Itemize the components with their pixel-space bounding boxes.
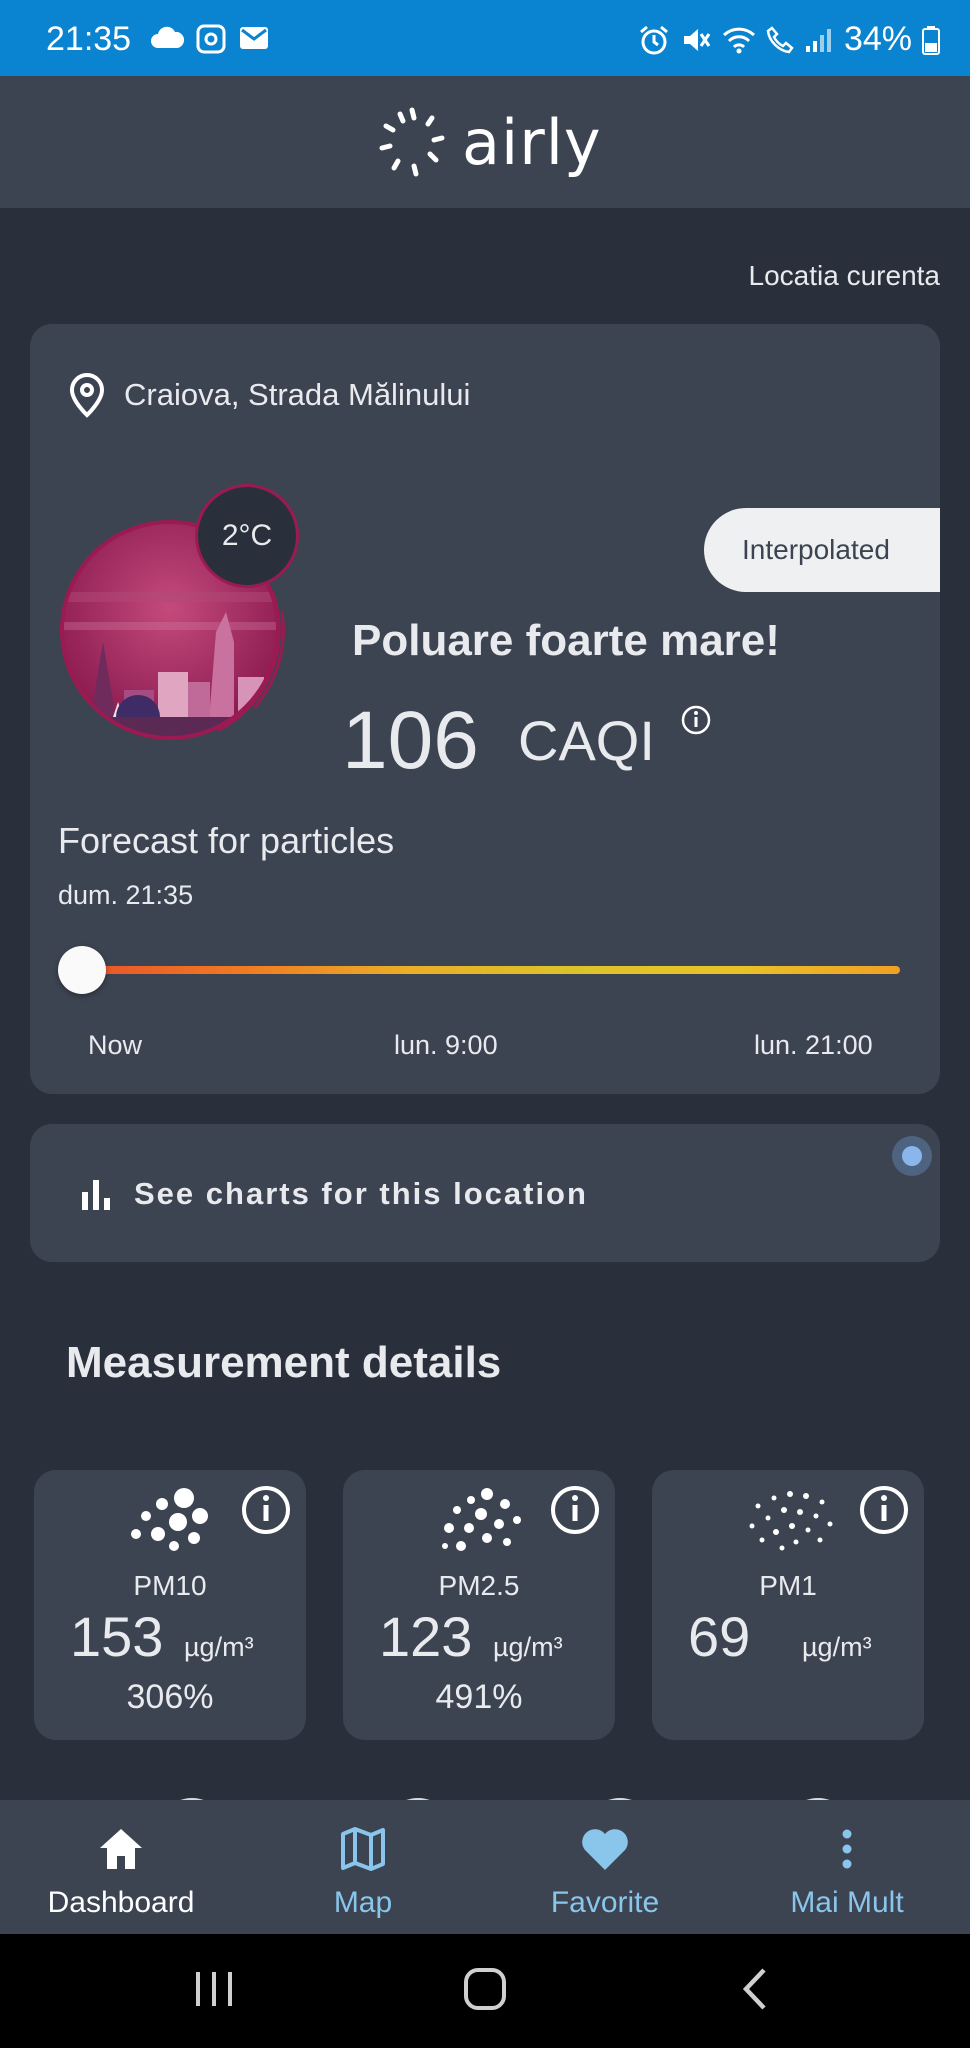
forecast-tick-end: lun. 21:00 <box>754 1030 873 1060</box>
see-charts-label: See charts for this location <box>134 1176 588 1211</box>
location-name: Craiova, Strada Mălinului <box>124 377 471 412</box>
call-icon <box>766 25 794 53</box>
bottom-navigation: Dashboard Map Favorite Mai Mult <box>0 1800 970 1934</box>
status-left-icons <box>150 24 270 54</box>
air-quality-card: Craiova, Strada Mălinului 2°C Interpolat… <box>30 324 940 1094</box>
pm10-unit: µg/m³ <box>184 1632 254 1662</box>
app-logo-text: airly <box>462 105 602 179</box>
nav-map[interactable]: Map <box>242 1800 484 1934</box>
location-row[interactable]: Craiova, Strada Mălinului <box>68 372 470 418</box>
bar-chart-icon <box>82 1180 110 1210</box>
temperature-value: 2°C <box>221 519 273 552</box>
pm1-value: 69 <box>688 1605 751 1668</box>
more-vertical-icon <box>842 1829 852 1869</box>
pm1-particles-icon <box>749 1491 833 1551</box>
pollution-status: Poluare foarte mare! <box>352 616 780 665</box>
system-navigation-bar <box>0 1934 970 2048</box>
signal-icon <box>805 28 831 52</box>
forecast-tick-now: Now <box>88 1030 143 1060</box>
caqi-info-icon[interactable] <box>680 704 712 736</box>
battery-percent: 34% <box>843 20 912 58</box>
app-logo: airly <box>374 104 602 180</box>
forecast-slider-thumb[interactable] <box>58 946 106 994</box>
cloud-icon <box>151 26 184 48</box>
forecast-title: Forecast for particles <box>58 820 395 861</box>
pm10-percent: 306% <box>126 1678 214 1716</box>
nav-favorite[interactable]: Favorite <box>484 1800 726 1934</box>
app-bar: airly <box>0 76 970 208</box>
nav-more[interactable]: Mai Mult <box>726 1800 968 1934</box>
back-icon[interactable] <box>740 1964 770 2014</box>
nav-map-label: Map <box>333 1886 393 1919</box>
at-icon <box>196 24 226 54</box>
mail-icon <box>240 27 268 49</box>
notification-dot <box>892 1136 932 1176</box>
airly-logo-icon <box>379 107 445 177</box>
pm1-info-icon[interactable] <box>858 1484 910 1536</box>
current-location-link[interactable]: Locatia curenta <box>749 260 940 292</box>
alarm-icon <box>639 25 668 54</box>
pm25-unit: µg/m³ <box>493 1632 563 1662</box>
mute-icon <box>683 28 711 51</box>
caqi-value: 106 <box>342 695 479 786</box>
nav-more-label: Mai Mult <box>790 1886 904 1919</box>
status-time: 21:35 <box>46 20 132 58</box>
pm10-particles-icon <box>131 1488 208 1551</box>
forecast-tick-mid: lun. 9:00 <box>394 1030 498 1060</box>
pm25-name: PM2.5 <box>438 1570 520 1601</box>
pm25-value: 123 <box>379 1605 473 1668</box>
home-icon <box>100 1829 142 1869</box>
pm25-info-icon[interactable] <box>549 1484 601 1536</box>
pm1-name: PM1 <box>759 1570 817 1601</box>
pm10-value: 153 <box>70 1605 164 1668</box>
pm1-card[interactable]: PM1 69 µg/m³ <box>652 1470 924 1740</box>
interpolated-badge[interactable]: Interpolated <box>704 508 940 592</box>
forecast-time: dum. 21:35 <box>58 880 194 910</box>
nav-dashboard[interactable]: Dashboard <box>0 1800 242 1934</box>
home-button-icon[interactable] <box>462 1964 508 2014</box>
measurement-details-title: Measurement details <box>66 1338 502 1387</box>
pm25-percent: 491% <box>435 1678 523 1716</box>
pm25-card[interactable]: PM2.5 123 µg/m³ 491% <box>343 1470 615 1740</box>
status-bar: 21:35 34% <box>0 0 970 76</box>
battery-icon <box>922 25 940 55</box>
caqi-label: CAQI <box>518 709 655 772</box>
temperature-badge: 2°C <box>195 484 299 588</box>
location-pin-icon <box>69 372 105 418</box>
nav-favorite-label: Favorite <box>550 1886 660 1919</box>
see-charts-button[interactable]: See charts for this location <box>30 1124 940 1262</box>
interpolated-label: Interpolated <box>742 534 890 565</box>
map-icon <box>341 1827 385 1871</box>
status-right-icons: 34% <box>638 20 940 59</box>
forecast-slider-track[interactable] <box>80 966 900 974</box>
recent-apps-icon[interactable] <box>192 1964 236 2014</box>
pm25-particles-icon <box>442 1488 521 1551</box>
pm10-info-icon[interactable] <box>240 1484 292 1536</box>
pm1-unit: µg/m³ <box>802 1632 872 1662</box>
pm10-name: PM10 <box>133 1570 207 1601</box>
nav-dashboard-label: Dashboard <box>47 1886 195 1919</box>
heart-icon <box>582 1829 628 1870</box>
wifi-icon <box>722 27 755 53</box>
pm10-card[interactable]: PM10 153 µg/m³ 306% <box>34 1470 306 1740</box>
